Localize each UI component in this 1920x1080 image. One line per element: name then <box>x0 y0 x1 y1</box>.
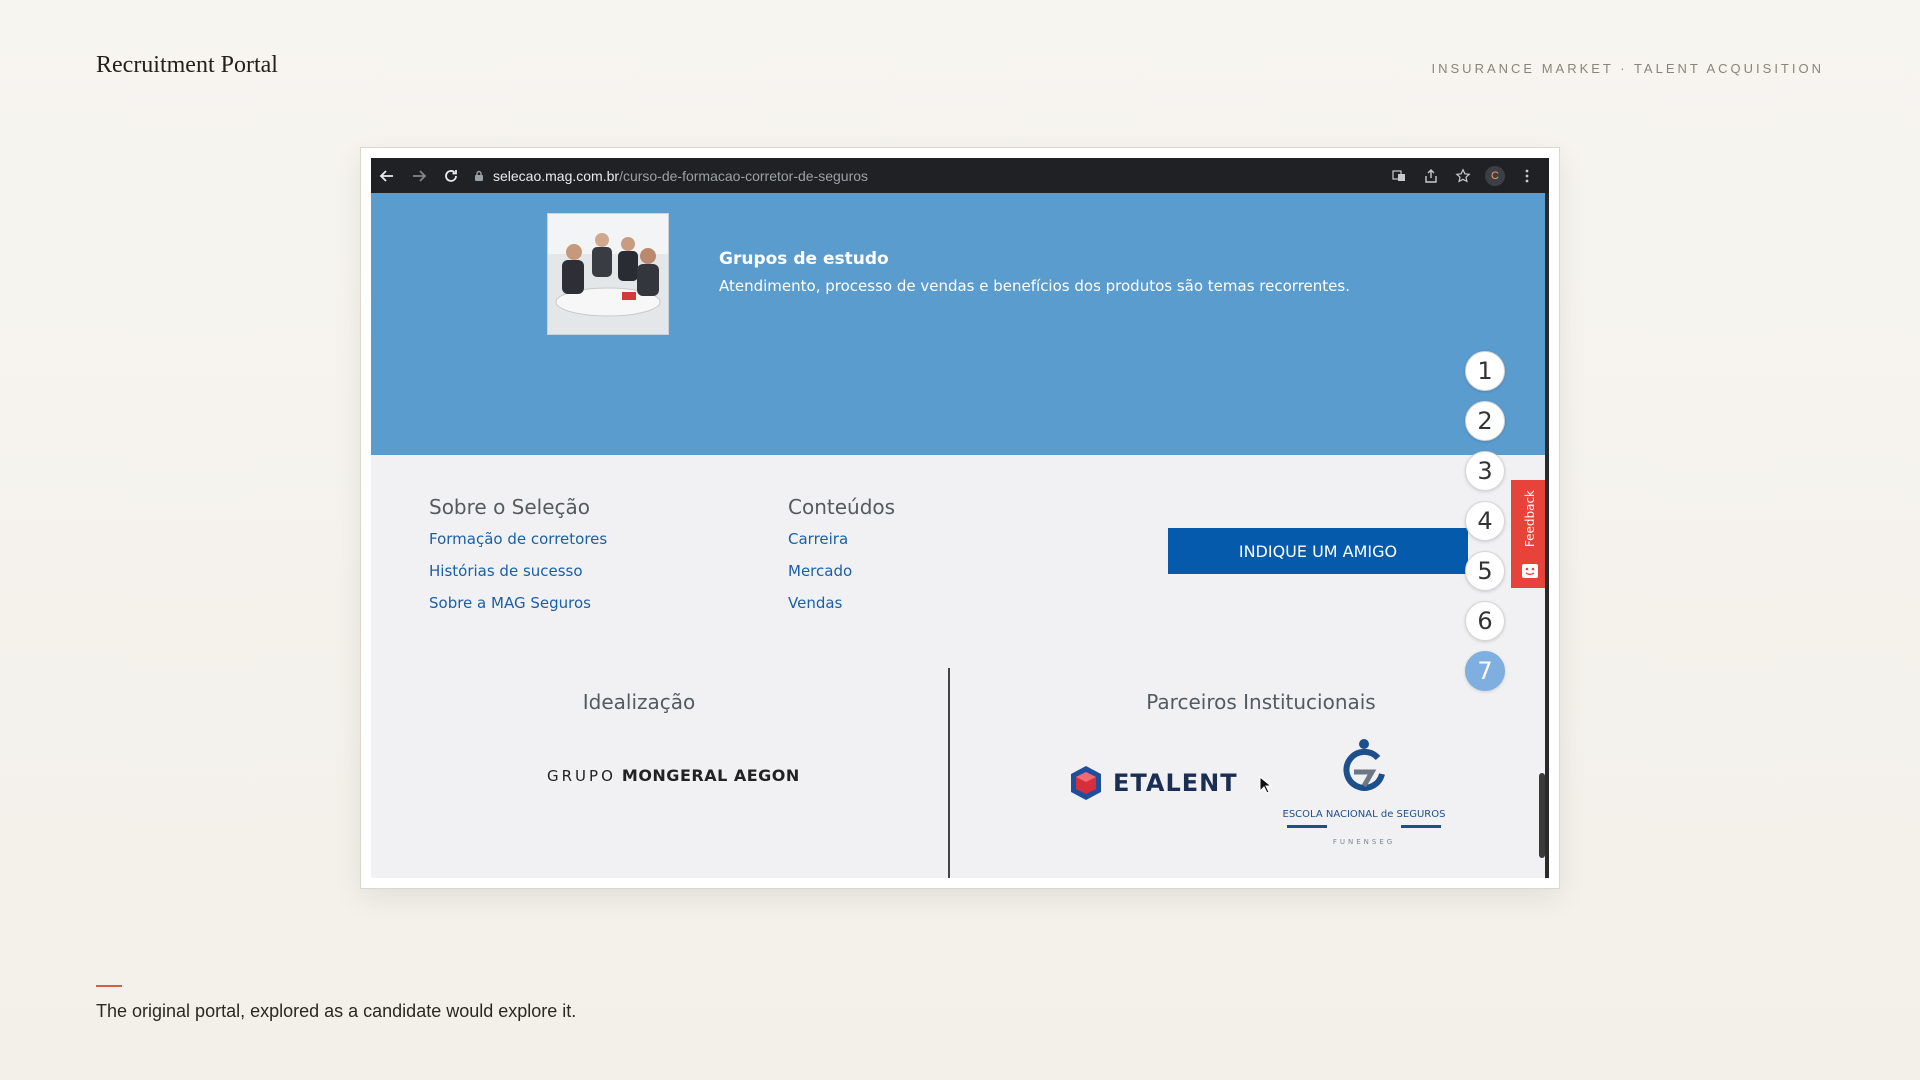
footer-link-formacao[interactable]: Formação de corretores <box>429 530 607 548</box>
etalent-cube-icon <box>1071 766 1101 800</box>
idealizacao-heading: Idealização <box>582 690 696 714</box>
scrollbar-thumb[interactable] <box>1539 773 1545 858</box>
step-4-button[interactable]: 4 <box>1465 501 1505 541</box>
step-2-button[interactable]: 2 <box>1465 401 1505 441</box>
etalent-logo[interactable]: ETALENT <box>1067 764 1238 802</box>
escola-nacional-seguros-logo[interactable]: ESCOLA NACIONAL de SEGUROS FUNENSEG <box>1279 738 1449 846</box>
footer-heading-conteudos: Conteúdos <box>788 495 896 519</box>
etalent-text: ETALENT <box>1113 769 1238 797</box>
mongeral-brand-text: MONGERAL AEGON <box>621 766 800 785</box>
refer-friend-button[interactable]: INDIQUE UM AMIGO <box>1168 528 1468 574</box>
footer-link-sobre-mag[interactable]: Sobre a MAG Seguros <box>429 594 591 612</box>
arrow-left-icon <box>379 169 393 182</box>
footer-link-historias[interactable]: Histórias de sucesso <box>429 562 583 580</box>
translate-button[interactable] <box>1383 158 1415 193</box>
footer-link-mercado[interactable]: Mercado <box>788 562 852 580</box>
mongeral-grupo-text: GRUPO <box>547 766 616 785</box>
step-1-button[interactable]: 1 <box>1465 351 1505 391</box>
ens-name-text: ESCOLA NACIONAL de SEGUROS <box>1282 809 1446 820</box>
browser-window: selecao.mag.com.br/curso-de-formacao-cor… <box>371 158 1549 878</box>
hero-description: Atendimento, processo de vendas e benefí… <box>719 277 1350 295</box>
star-icon <box>1455 167 1471 183</box>
screenshot-frame: selecao.mag.com.br/curso-de-formacao-cor… <box>360 147 1560 889</box>
step-3-button[interactable]: 3 <box>1465 451 1505 491</box>
page-right-edge <box>1545 193 1549 878</box>
mouse-cursor-icon <box>1259 776 1273 794</box>
url-path: /curso-de-formacao-corretor-de-seguros <box>619 167 869 184</box>
bookmark-button[interactable] <box>1447 158 1479 193</box>
mongeral-aegon-logo[interactable]: GRUPO MONGERAL AEGON <box>547 766 800 785</box>
footer-heading-sobre: Sobre o Seleção <box>429 495 591 519</box>
ens-emblem-icon <box>1343 739 1385 791</box>
feedback-face-icon <box>1522 564 1538 578</box>
footer-link-vendas[interactable]: Vendas <box>788 594 842 612</box>
step-6-button[interactable]: 6 <box>1465 601 1505 641</box>
browser-menu-button[interactable] <box>1511 158 1543 193</box>
profile-avatar[interactable]: C <box>1485 165 1505 186</box>
browser-toolbar: selecao.mag.com.br/curso-de-formacao-cor… <box>371 158 1549 193</box>
more-vertical-icon <box>1525 169 1529 182</box>
reload-icon <box>445 169 457 182</box>
url-host: selecao.mag.com.br <box>493 167 620 184</box>
step-7-button[interactable]: 7 <box>1465 651 1505 691</box>
share-icon <box>1425 168 1437 183</box>
translate-icon <box>1392 169 1405 181</box>
hero-banner: Grupos de estudo Atendimento, processo d… <box>371 193 1549 455</box>
feedback-label: Feedback <box>1523 490 1537 548</box>
step-5-button[interactable]: 5 <box>1465 551 1505 591</box>
ens-underline <box>1287 825 1441 828</box>
back-button[interactable] <box>371 158 403 193</box>
page-caption: The original portal, explored as a candi… <box>96 1001 577 1021</box>
address-bar[interactable]: selecao.mag.com.br/curso-de-formacao-cor… <box>473 168 868 184</box>
section-divider <box>948 668 950 878</box>
feedback-tab[interactable]: Feedback <box>1511 480 1549 588</box>
forward-button[interactable] <box>403 158 435 193</box>
page-title: Recruitment Portal <box>96 52 278 78</box>
page-tagline: INSURANCE MARKET · TALENT ACQUISITION <box>1431 61 1824 76</box>
arrow-right-icon <box>413 169 427 182</box>
reload-button[interactable] <box>435 158 467 193</box>
parceiros-heading: Parceiros Institucionais <box>1146 690 1376 714</box>
ens-sub-text: FUNENSEG <box>1332 838 1396 846</box>
hero-title: Grupos de estudo <box>719 249 889 269</box>
study-group-photo <box>547 213 669 335</box>
lock-icon <box>475 170 483 181</box>
caption-accent-line <box>96 985 122 987</box>
footer-link-carreira[interactable]: Carreira <box>788 530 848 548</box>
share-button[interactable] <box>1415 158 1447 193</box>
